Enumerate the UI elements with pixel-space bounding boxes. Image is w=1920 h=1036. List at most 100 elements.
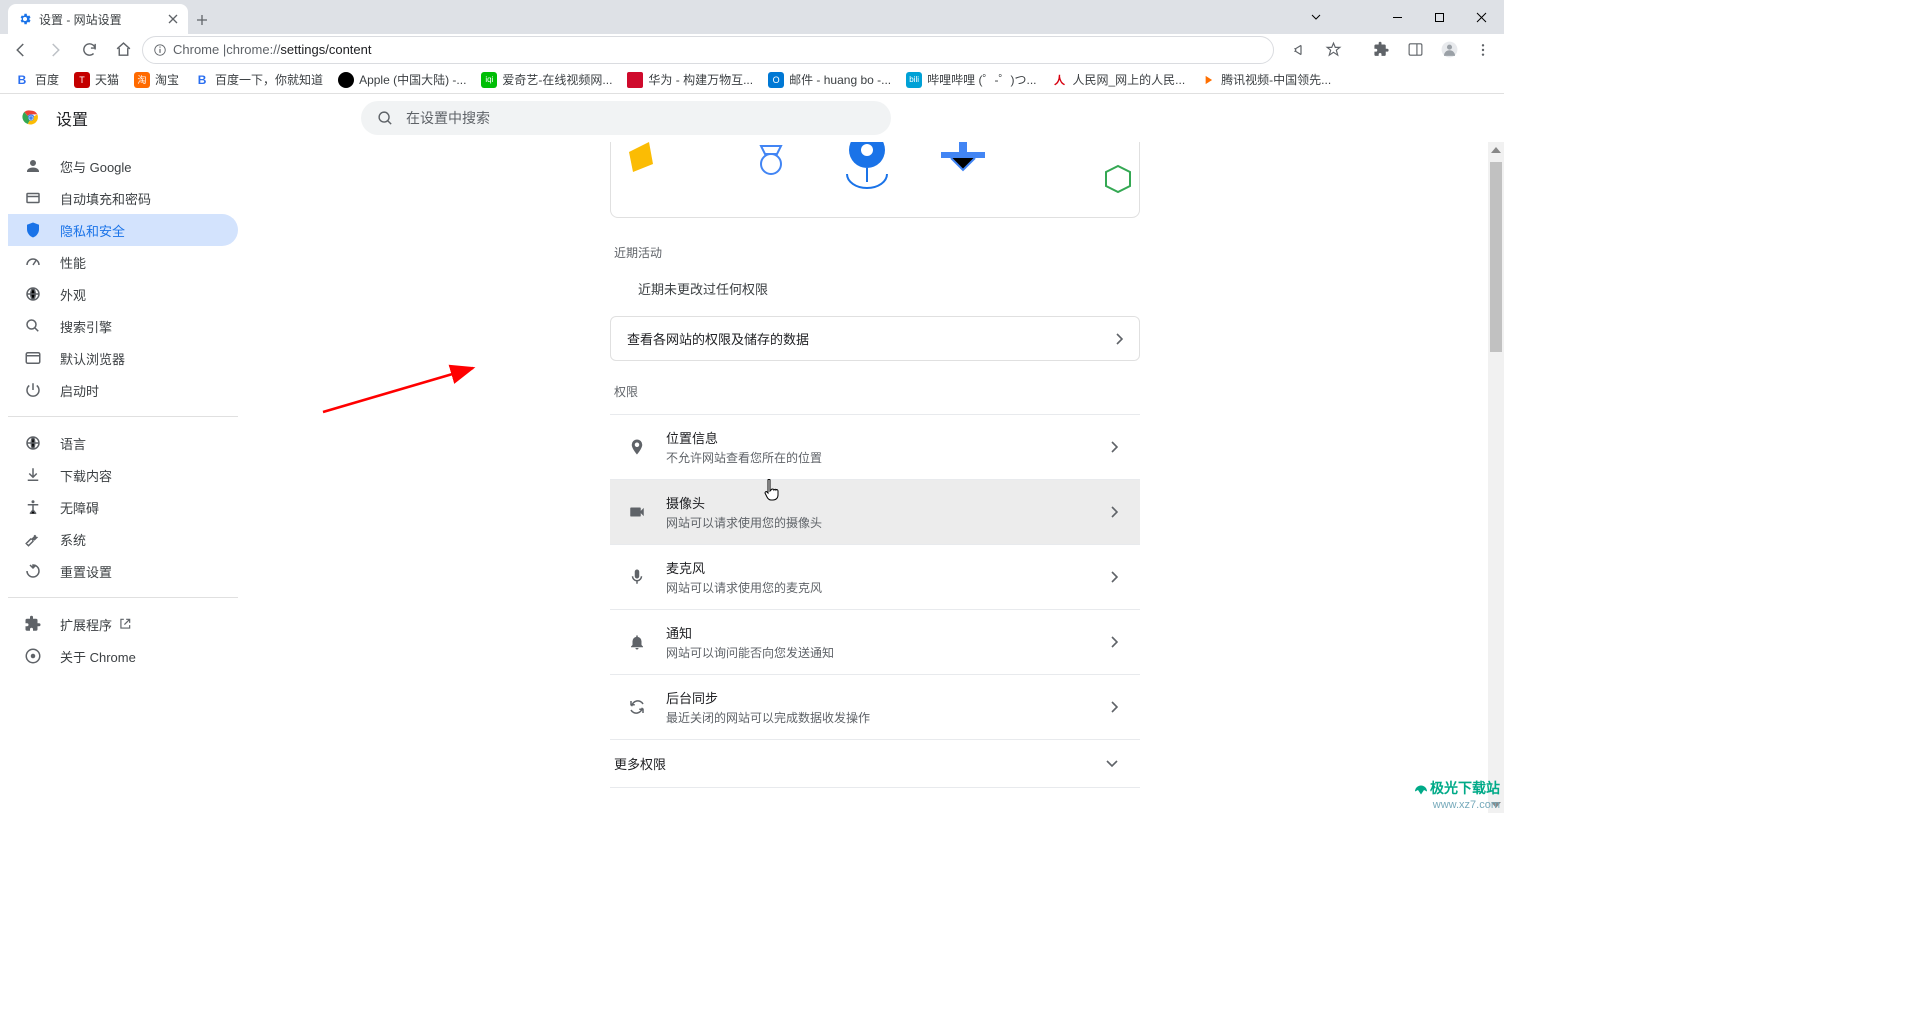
microphone-icon — [628, 568, 648, 586]
tab-title: 设置 - 网站设置 — [39, 11, 122, 28]
sidebar-item-reset[interactable]: 重置设置 — [8, 555, 238, 587]
sidebar-item-extensions[interactable]: 扩展程序 — [8, 608, 238, 640]
maximize-button[interactable] — [1418, 3, 1460, 31]
side-panel-icon[interactable] — [1400, 35, 1430, 65]
bookmarks-bar: B百度 T天猫 淘淘宝 B百度一下，你就知道 Apple (中国大陆) -...… — [0, 66, 1504, 94]
settings-gear-icon — [18, 12, 32, 26]
minimize-button[interactable] — [1376, 3, 1418, 31]
download-icon — [24, 466, 44, 484]
page-title: 设置 — [56, 106, 88, 130]
address-bar[interactable]: Chrome | chrome:// settings/content — [142, 36, 1274, 64]
camera-icon — [628, 503, 648, 521]
wrench-icon — [24, 530, 44, 548]
palette-icon — [24, 285, 44, 303]
settings-header: 设置 在设置中搜索 — [0, 94, 1504, 142]
site-info-icon[interactable] — [153, 43, 167, 57]
recent-activity-text: 近期未更改过任何权限 — [610, 275, 1140, 316]
search-placeholder: 在设置中搜索 — [406, 108, 490, 128]
sidebar-item-autofill[interactable]: 自动填充和密码 — [8, 182, 238, 214]
bookmark-item[interactable]: B百度一下，你就知道 — [188, 68, 329, 91]
bookmark-item[interactable]: B百度 — [8, 68, 65, 91]
perm-notifications[interactable]: 通知网站可以询问能否向您发送通知 — [610, 609, 1140, 674]
content-pane[interactable]: 近期活动 近期未更改过任何权限 查看各网站的权限及储存的数据 权限 位置信息不允… — [246, 142, 1504, 813]
perm-microphone[interactable]: 麦克风网站可以请求使用您的麦克风 — [610, 544, 1140, 609]
sidebar-item-appearance[interactable]: 外观 — [8, 278, 238, 310]
scroll-up-icon[interactable] — [1490, 142, 1502, 158]
new-tab-button[interactable] — [188, 6, 216, 34]
close-window-button[interactable] — [1460, 3, 1502, 31]
chevron-right-icon — [1110, 636, 1118, 648]
menu-dots-icon[interactable] — [1468, 35, 1498, 65]
sidebar: 您与 Google 自动填充和密码 隐私和安全 性能 外观 搜索引擎 默认浏览器… — [0, 142, 246, 813]
more-permissions-row[interactable]: 更多权限 — [610, 739, 1140, 788]
sync-icon — [628, 698, 648, 716]
shield-icon — [24, 221, 44, 239]
chrome-logo-icon — [20, 107, 42, 129]
perm-location[interactable]: 位置信息不允许网站查看您所在的位置 — [610, 414, 1140, 479]
view-all-sites-row[interactable]: 查看各网站的权限及储存的数据 — [610, 316, 1140, 361]
sidebar-item-privacy[interactable]: 隐私和安全 — [8, 214, 238, 246]
section-recent-label: 近期活动 — [614, 242, 1136, 261]
sidebar-item-system[interactable]: 系统 — [8, 523, 238, 555]
search-icon — [24, 317, 44, 335]
toolbar: Chrome | chrome:// settings/content — [0, 34, 1504, 66]
sidebar-item-downloads[interactable]: 下载内容 — [8, 459, 238, 491]
url-scheme: chrome:// — [226, 42, 280, 57]
sidebar-item-performance[interactable]: 性能 — [8, 246, 238, 278]
hero-illustration — [610, 142, 1140, 218]
external-link-icon — [118, 617, 132, 631]
bookmark-item[interactable]: T天猫 — [68, 68, 125, 91]
sidebar-item-search-engine[interactable]: 搜索引擎 — [8, 310, 238, 342]
chevron-right-icon — [1110, 506, 1118, 518]
chevron-right-icon — [1115, 333, 1123, 345]
settings-search-input[interactable]: 在设置中搜索 — [361, 101, 891, 135]
sidebar-item-accessibility[interactable]: 无障碍 — [8, 491, 238, 523]
sidebar-item-default-browser[interactable]: 默认浏览器 — [8, 342, 238, 374]
sidebar-item-language[interactable]: 语言 — [8, 427, 238, 459]
scrollbar-thumb[interactable] — [1490, 162, 1502, 352]
profile-icon[interactable] — [1434, 35, 1464, 65]
browser-tab[interactable]: 设置 - 网站设置 — [8, 4, 188, 34]
chevron-right-icon — [1110, 441, 1118, 453]
bookmark-item[interactable]: 淘淘宝 — [128, 68, 185, 91]
browser-icon — [24, 349, 44, 367]
close-tab-icon[interactable] — [166, 12, 180, 26]
bookmark-item[interactable]: bili哔哩哔哩 (゜-゜)つ... — [900, 68, 1042, 91]
window-controls — [1296, 0, 1504, 34]
power-icon — [24, 381, 44, 399]
bookmark-item[interactable]: 人人民网_网上的人民... — [1045, 68, 1191, 91]
scrollbar-track[interactable] — [1488, 142, 1504, 813]
reload-button[interactable] — [74, 35, 104, 65]
bookmark-item[interactable]: 华为 - 构建万物互... — [621, 68, 759, 91]
puzzle-icon — [24, 615, 44, 633]
bookmark-star-icon[interactable] — [1318, 35, 1348, 65]
watermark: 极光下载站 www.xz7.com — [1412, 778, 1500, 811]
extensions-icon[interactable] — [1366, 35, 1396, 65]
url-path: settings/content — [280, 42, 371, 57]
globe-icon — [24, 434, 44, 452]
perm-background-sync[interactable]: 后台同步最近关闭的网站可以完成数据收发操作 — [610, 674, 1140, 739]
forward-button[interactable] — [40, 35, 70, 65]
sidebar-item-startup[interactable]: 启动时 — [8, 374, 238, 406]
chevron-right-icon — [1110, 701, 1118, 713]
bookmark-item[interactable]: Apple (中国大陆) -... — [332, 68, 472, 91]
accessibility-icon — [24, 498, 44, 516]
sidebar-item-you-google[interactable]: 您与 Google — [8, 150, 238, 182]
speedometer-icon — [24, 253, 44, 271]
sidebar-item-about[interactable]: 关于 Chrome — [8, 640, 238, 672]
chevron-down-icon — [1106, 760, 1118, 768]
location-pin-icon — [628, 438, 648, 456]
perm-camera[interactable]: 摄像头网站可以请求使用您的摄像头 — [610, 479, 1140, 544]
bookmark-item[interactable]: 腾讯视频-中国领先... — [1194, 68, 1337, 91]
divider — [8, 416, 238, 417]
section-permissions-label: 权限 — [614, 381, 1136, 400]
home-button[interactable] — [108, 35, 138, 65]
bookmark-item[interactable]: iqi爱奇艺-在线视频网... — [475, 68, 618, 91]
main-area: 您与 Google 自动填充和密码 隐私和安全 性能 外观 搜索引擎 默认浏览器… — [0, 142, 1504, 813]
share-icon[interactable] — [1284, 35, 1314, 65]
tab-dropdown-icon[interactable] — [1296, 11, 1336, 23]
divider — [8, 597, 238, 598]
back-button[interactable] — [6, 35, 36, 65]
person-icon — [24, 157, 44, 175]
bookmark-item[interactable]: O邮件 - huang bo -... — [762, 68, 897, 91]
